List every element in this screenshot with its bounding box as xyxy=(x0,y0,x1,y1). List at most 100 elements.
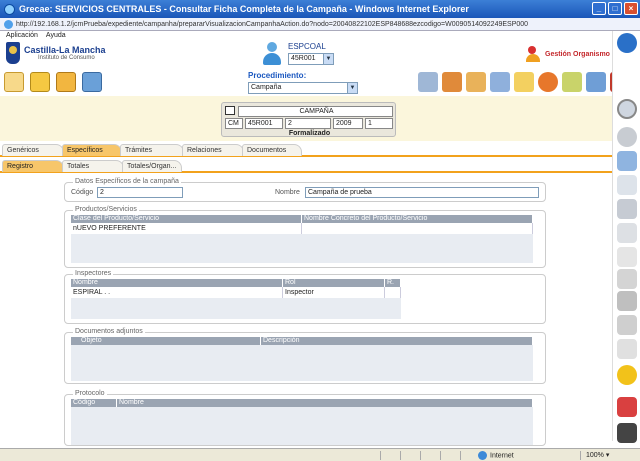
back-icon[interactable] xyxy=(617,127,637,147)
campaign-org: 45R001 xyxy=(245,118,283,129)
edit-icon[interactable] xyxy=(4,72,24,92)
datos-section: Datos Específicos de la campaña Código 2… xyxy=(64,178,546,202)
nombre-label: Nombre xyxy=(275,189,300,196)
user-select[interactable]: 45R001 ▼ xyxy=(288,53,334,65)
campaign-summary: CAMPAÑA CM 45R001 2 2009 1 Formalizado xyxy=(221,102,396,137)
chevron-down-icon: ▼ xyxy=(323,54,333,64)
print-icon[interactable] xyxy=(617,315,637,335)
tools-icon[interactable] xyxy=(617,397,637,417)
col-objeto: Objeto xyxy=(71,337,261,345)
documentos-header: Objeto Descripción xyxy=(71,337,533,345)
campaign-heading: CAMPAÑA xyxy=(238,106,393,117)
documentos-section: Documentos adjuntos Objeto Descripción xyxy=(64,328,546,384)
inspectores-title: Inspectores xyxy=(73,270,114,277)
logo-title: Castilla-La Mancha xyxy=(24,45,106,55)
inspectores-section: Inspectores Nombre Rol R. ESPIRAL . . In… xyxy=(64,270,546,324)
col-codigo: Código xyxy=(71,399,117,407)
archive-icon[interactable] xyxy=(466,72,486,92)
tab-documentos[interactable]: Documentos xyxy=(242,144,302,156)
maximize-button[interactable]: □ xyxy=(608,2,622,15)
campaign-prefix: CM xyxy=(225,118,243,129)
user-label: ESPCOAL xyxy=(288,42,326,51)
minimize-button[interactable]: _ xyxy=(592,2,606,15)
menu-ayuda[interactable]: Ayuda xyxy=(46,32,66,39)
app-header: Castilla-La Mancha Instituto de Consumo … xyxy=(0,40,612,70)
procedimiento-select[interactable]: Campaña ▼ xyxy=(248,82,358,94)
tab-genericos[interactable]: Genéricos xyxy=(2,144,64,156)
chart-icon[interactable] xyxy=(586,72,606,92)
zone-label: Internet xyxy=(490,452,514,460)
address-bar[interactable]: http://192.168.1.2/jcmPrueba/expediente/… xyxy=(0,18,640,31)
delete-icon[interactable] xyxy=(617,291,637,311)
logo: Castilla-La Mancha Instituto de Consumo xyxy=(6,42,106,64)
tab-relaciones[interactable]: Relaciones xyxy=(182,144,244,156)
folder-icon[interactable] xyxy=(56,72,76,92)
zoom-control[interactable]: 100% ▾ xyxy=(586,451,609,459)
table-row[interactable]: nUEVO PREFERENTE xyxy=(71,223,533,234)
nombre-field[interactable]: Campaña de prueba xyxy=(305,187,539,198)
main-tabs: Genéricos Específicos Trámites Relacione… xyxy=(0,144,612,157)
col-descripcion: Descripción xyxy=(261,337,533,345)
productos-header: Clase del Producto/Servicio Nombre Concr… xyxy=(71,215,533,223)
protocolo-section: Protocolo Código Nombre xyxy=(64,390,546,446)
logo-subtitle: Instituto de Consumo xyxy=(38,55,95,61)
codigo-field[interactable]: 2 xyxy=(97,187,183,198)
window-title-bar: Grecae: SERVICIOS CENTRALES - Consultar … xyxy=(0,0,640,18)
col-nombre: Nombre xyxy=(71,279,283,287)
car-icon[interactable] xyxy=(617,423,637,443)
inspectores-grid: Nombre Rol R. ESPIRAL . . Inspector xyxy=(71,279,401,319)
campaign-seq: 1 xyxy=(365,118,393,129)
tab-especificos[interactable]: Específicos xyxy=(62,144,122,156)
window-title: Grecae: SERVICIOS CENTRALES - Consultar … xyxy=(19,4,469,14)
protocolo-grid: Código Nombre xyxy=(71,399,533,445)
layers-icon[interactable] xyxy=(617,151,637,171)
productos-grid: Clase del Producto/Servicio Nombre Concr… xyxy=(71,215,533,263)
gestion-organismo-link[interactable]: Gestión Organismo xyxy=(526,46,610,62)
gestion-label: Gestión Organismo xyxy=(545,50,610,58)
print-report-icon[interactable] xyxy=(82,72,102,92)
search-icon[interactable] xyxy=(617,99,637,119)
tag-icon[interactable] xyxy=(514,72,534,92)
close-button[interactable]: × xyxy=(624,2,638,15)
cell-r xyxy=(385,287,401,298)
table-row[interactable]: ESPIRAL . . Inspector xyxy=(71,287,401,298)
books-icon[interactable] xyxy=(442,72,462,92)
computer-icon[interactable] xyxy=(418,72,438,92)
globe-icon[interactable] xyxy=(538,72,558,92)
text-icon[interactable] xyxy=(617,339,637,359)
copy-icon[interactable] xyxy=(617,223,637,243)
search-doc-icon[interactable] xyxy=(562,72,582,92)
ie-logo-icon xyxy=(4,3,15,15)
col-protocolo-nombre: Nombre xyxy=(117,399,533,407)
procedimiento-label: Procedimiento: xyxy=(248,71,307,80)
col-rol: Rol xyxy=(283,279,385,287)
tab-registro[interactable]: Registro xyxy=(2,160,64,172)
protocolo-title: Protocolo xyxy=(73,390,107,397)
zoom-value: 100% xyxy=(586,452,604,459)
settings-icon[interactable] xyxy=(617,365,637,385)
zone-indicator: Internet xyxy=(478,451,514,460)
cell-clase: nUEVO PREFERENTE xyxy=(71,223,302,234)
protocolo-header: Código Nombre xyxy=(71,399,533,407)
tab-totales-organ[interactable]: Totales/Organ... xyxy=(122,160,182,172)
cell-nombre: ESPIRAL . . xyxy=(71,287,283,298)
user-select-value: 45R001 xyxy=(291,55,316,62)
save-icon[interactable] xyxy=(617,199,637,219)
codigo-label: Código xyxy=(71,189,94,196)
cell-rol: Inspector xyxy=(283,287,385,298)
clipboard-icon[interactable] xyxy=(617,247,637,267)
info-icon[interactable] xyxy=(617,33,637,53)
status-bar: Internet 100% ▾ xyxy=(0,448,640,461)
inspectores-header: Nombre Rol R. xyxy=(71,279,401,287)
pages-icon[interactable] xyxy=(617,175,637,195)
keys-icon[interactable] xyxy=(30,72,50,92)
toolbar-left xyxy=(4,72,102,92)
menu-aplicacion[interactable]: Aplicación xyxy=(6,32,38,39)
page-icon xyxy=(4,19,13,29)
attach-icon[interactable] xyxy=(617,269,637,289)
productos-section: Productos/Servicios Clase del Producto/S… xyxy=(64,206,546,268)
tab-tramites[interactable]: Trámites xyxy=(120,144,184,156)
card-icon xyxy=(225,106,235,115)
document-stack-icon[interactable] xyxy=(490,72,510,92)
tab-totales[interactable]: Totales xyxy=(62,160,124,172)
